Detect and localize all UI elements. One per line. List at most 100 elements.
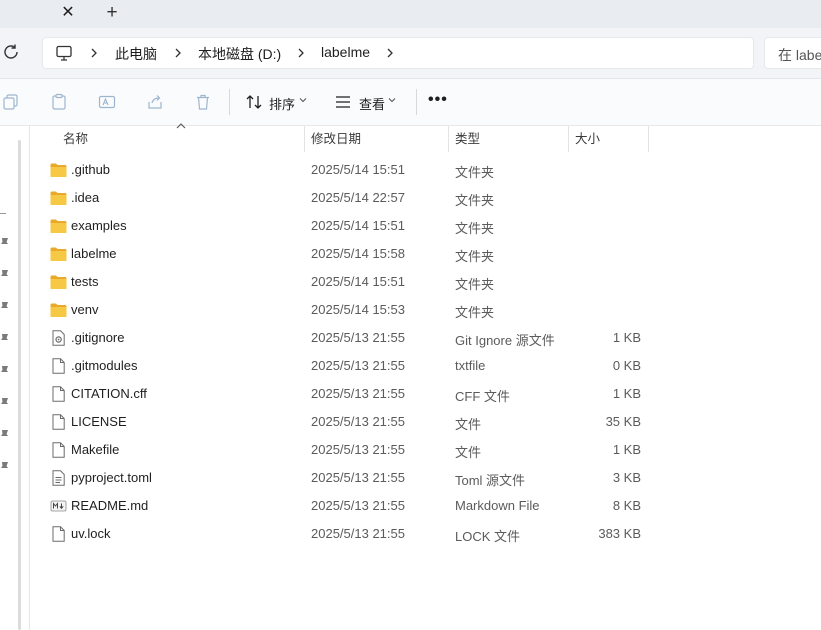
search-placeholder: 在 labe: [778, 47, 821, 63]
pin-icon[interactable]: [0, 333, 9, 345]
chevron-down-icon[interactable]: [299, 96, 307, 104]
file-size: 1 KB: [612, 330, 641, 345]
file-modified-date: 2025/5/14 15:51: [311, 162, 405, 177]
file-row[interactable]: uv.lock 2025/5/13 21:55 LOCK 文件 383 KB: [44, 520, 654, 548]
file-modified-date: 2025/5/14 15:58: [311, 246, 405, 261]
file-type: txtfile: [455, 358, 486, 373]
file-name[interactable]: tests: [71, 274, 98, 289]
markdown-file-icon: [50, 500, 67, 512]
more-options-button[interactable]: •••: [428, 91, 448, 109]
file-name[interactable]: examples: [71, 218, 127, 233]
file-row[interactable]: examples 2025/5/14 15:51 文件夹: [44, 212, 654, 240]
file-name[interactable]: .gitignore: [71, 330, 124, 345]
file-name[interactable]: README.md: [71, 498, 148, 513]
delete-icon[interactable]: [194, 93, 212, 111]
pane-divider[interactable]: [29, 126, 30, 630]
folder-icon: [50, 219, 67, 233]
pin-icon[interactable]: [0, 237, 9, 249]
file-type: 文件: [455, 417, 482, 432]
file-name[interactable]: pyproject.toml: [71, 470, 152, 485]
file-icon: [52, 386, 65, 402]
sort-button[interactable]: 排序: [269, 94, 295, 113]
file-row[interactable]: CITATION.cff 2025/5/13 21:55 CFF 文件 1 KB: [44, 380, 654, 408]
file-size: 8 KB: [612, 498, 641, 513]
file-row[interactable]: .github 2025/5/14 15:51 文件夹: [44, 156, 654, 184]
address-bar[interactable]: 此电脑 本地磁盘 (D:) labelme: [42, 37, 754, 69]
column-resize-handle[interactable]: [648, 126, 649, 152]
view-button[interactable]: 查看: [359, 94, 385, 113]
pin-icon[interactable]: [0, 365, 9, 377]
file-icon: [52, 414, 65, 430]
folder-icon: [50, 191, 67, 205]
chevron-right-icon[interactable]: [173, 44, 183, 62]
file-modified-date: 2025/5/13 21:55: [311, 442, 405, 457]
column-header-name[interactable]: 名称: [63, 126, 88, 152]
file-row[interactable]: .gitmodules 2025/5/13 21:55 txtfile 0 KB: [44, 352, 654, 380]
column-resize-handle[interactable]: [448, 126, 449, 152]
pin-icon[interactable]: [0, 397, 9, 409]
file-name[interactable]: uv.lock: [71, 526, 111, 541]
file-type: LOCK 文件: [455, 529, 521, 544]
column-header-size[interactable]: 大小: [575, 126, 600, 152]
column-resize-handle[interactable]: [304, 126, 305, 152]
copy-icon[interactable]: [2, 93, 20, 111]
refresh-icon[interactable]: [2, 43, 20, 61]
nav-divider: [0, 213, 6, 214]
file-name[interactable]: .github: [71, 162, 110, 177]
search-box[interactable]: 在 labe: [764, 37, 821, 69]
column-header-modified[interactable]: 修改日期: [311, 126, 361, 152]
file-icon: [52, 442, 65, 458]
new-tab-button[interactable]: +: [101, 2, 123, 24]
pin-icon[interactable]: [0, 429, 9, 441]
file-modified-date: 2025/5/13 21:55: [311, 358, 405, 373]
command-bar: 排序 查看 •••: [0, 79, 821, 126]
column-header-type[interactable]: 类型: [455, 126, 480, 152]
navigation-scrollbar[interactable]: [18, 140, 21, 630]
chevron-right-icon[interactable]: [296, 44, 306, 62]
file-row[interactable]: README.md 2025/5/13 21:55 Markdown File 8 K…: [44, 492, 654, 520]
pin-icon[interactable]: [0, 269, 9, 281]
file-name[interactable]: CITATION.cff: [71, 386, 147, 401]
file-row[interactable]: .idea 2025/5/14 22:57 文件夹: [44, 184, 654, 212]
file-type: 文件夹: [455, 221, 495, 236]
file-modified-date: 2025/5/13 21:55: [311, 330, 405, 345]
file-name[interactable]: .gitmodules: [71, 358, 137, 373]
file-modified-date: 2025/5/13 21:55: [311, 414, 405, 429]
file-name[interactable]: .idea: [71, 190, 99, 205]
chevron-right-icon[interactable]: [385, 44, 395, 62]
file-name[interactable]: labelme: [71, 246, 117, 261]
share-icon[interactable]: [146, 93, 164, 111]
file-name[interactable]: LICENSE: [71, 414, 127, 429]
column-resize-handle[interactable]: [568, 126, 569, 152]
file-type: Toml 源文件: [455, 473, 526, 488]
file-name[interactable]: Makefile: [71, 442, 119, 457]
file-type: Git Ignore 源文件: [455, 333, 555, 348]
tab-strip: ✕ +: [0, 0, 821, 28]
view-icon[interactable]: [334, 93, 352, 111]
file-size: 383 KB: [598, 526, 641, 541]
file-icon: [52, 358, 65, 374]
paste-icon[interactable]: [50, 93, 68, 111]
file-row[interactable]: .gitignore 2025/5/13 21:55 Git Ignore 源文件 1…: [44, 324, 654, 352]
breadcrumb-local-disk[interactable]: 本地磁盘 (D:): [198, 44, 281, 64]
breadcrumb-this-pc[interactable]: 此电脑: [115, 44, 157, 64]
tab-close-button[interactable]: ✕: [58, 3, 78, 23]
file-row[interactable]: Makefile 2025/5/13 21:55 文件 1 KB: [44, 436, 654, 464]
file-row[interactable]: LICENSE 2025/5/13 21:55 文件 35 KB: [44, 408, 654, 436]
chevron-right-icon[interactable]: [89, 44, 99, 62]
pin-icon[interactable]: [0, 301, 9, 313]
file-size: 0 KB: [612, 358, 641, 373]
file-row[interactable]: tests 2025/5/14 15:51 文件夹: [44, 268, 654, 296]
toolbar-separator: [229, 89, 230, 115]
file-row[interactable]: pyproject.toml 2025/5/13 21:55 Toml 源文件 3 K…: [44, 464, 654, 492]
chevron-down-icon[interactable]: [388, 96, 396, 104]
file-size: 1 KB: [612, 386, 641, 401]
breadcrumb-labelme[interactable]: labelme: [321, 44, 370, 60]
rename-icon[interactable]: [98, 93, 116, 111]
pin-icon[interactable]: [0, 461, 9, 473]
file-modified-date: 2025/5/14 15:53: [311, 302, 405, 317]
sort-icon[interactable]: [245, 93, 263, 111]
file-name[interactable]: venv: [71, 302, 98, 317]
file-row[interactable]: venv 2025/5/14 15:53 文件夹: [44, 296, 654, 324]
file-row[interactable]: labelme 2025/5/14 15:58 文件夹: [44, 240, 654, 268]
